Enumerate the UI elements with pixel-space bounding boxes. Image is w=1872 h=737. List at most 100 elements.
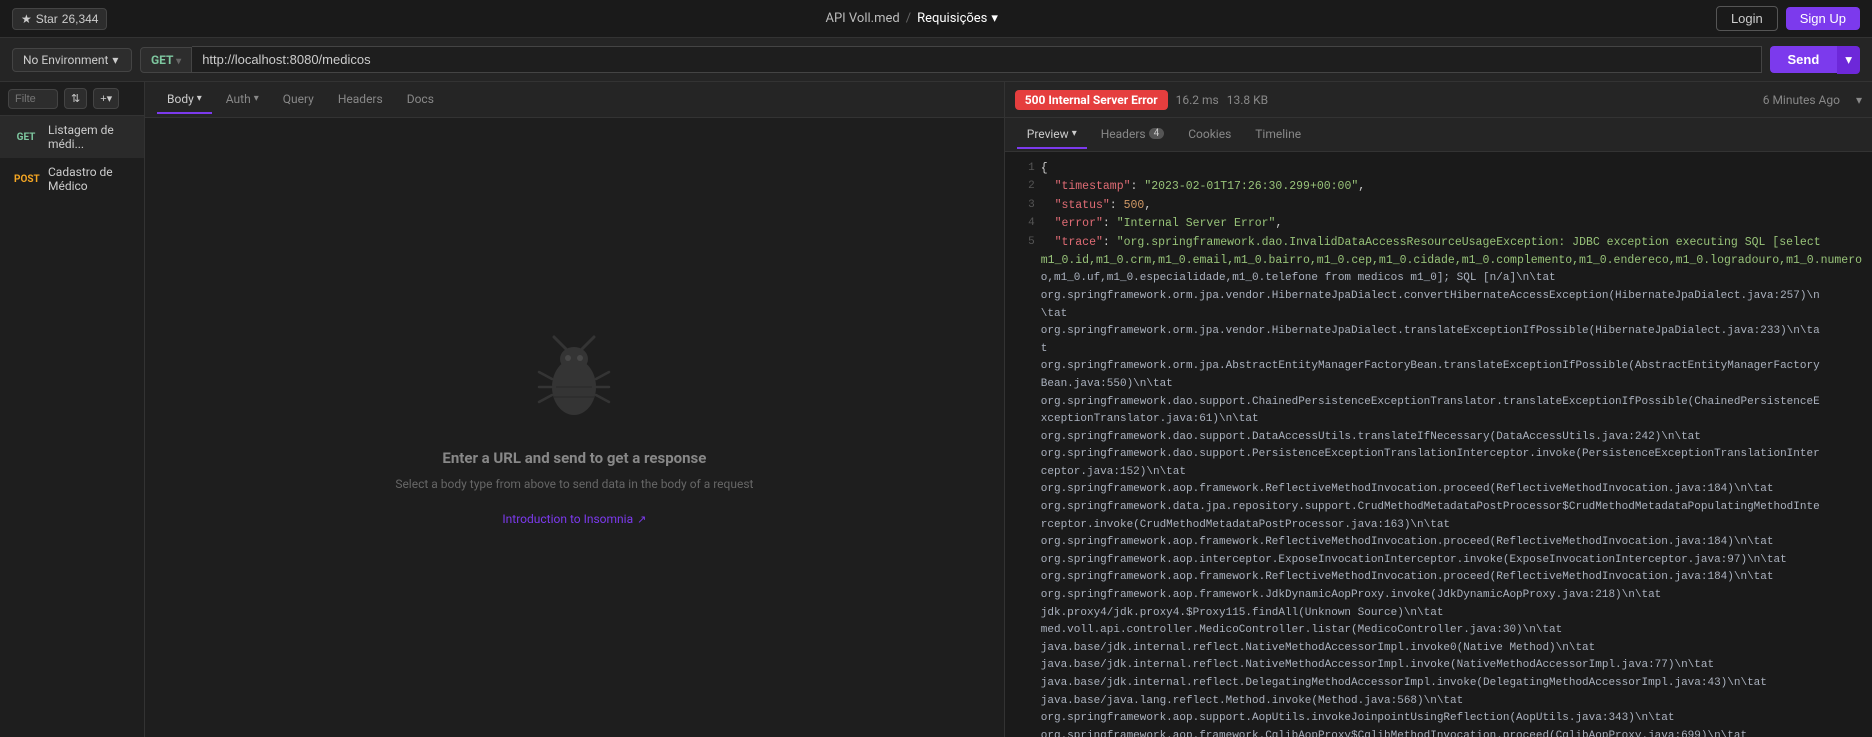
top-nav: ★ Star 26,344 API Voll.med / Requisições… xyxy=(0,0,1872,38)
tab-query[interactable]: Query xyxy=(273,86,324,114)
current-page[interactable]: Requisições ▾ xyxy=(917,11,998,26)
url-input-wrapper xyxy=(192,46,1761,73)
response-toolbar: 500 Internal Server Error 16.2 ms 13.8 K… xyxy=(1005,82,1872,118)
top-nav-center: API Voll.med / Requisições ▾ xyxy=(825,11,997,26)
headers-badge: 4 xyxy=(1149,128,1165,139)
tab-preview[interactable]: Preview ▾ xyxy=(1017,121,1087,149)
star-button[interactable]: ★ Star 26,344 xyxy=(12,8,107,30)
tab-label: Preview xyxy=(1027,127,1069,141)
method-badge: GET ▾ xyxy=(140,47,192,73)
request-tabs: Body ▾ Auth ▾ Query Headers Docs xyxy=(145,82,1004,118)
json-line-cont24: java.base/jdk.internal.reflect.Delegatin… xyxy=(1015,675,1862,693)
filter-input[interactable] xyxy=(8,89,58,109)
empty-title: Enter a URL and send to get a response xyxy=(442,449,706,467)
json-line-cont5: t xyxy=(1015,341,1862,359)
json-line-cont21: med.voll.api.controller.MedicoController… xyxy=(1015,622,1862,640)
method-post-tag: POST xyxy=(10,173,42,186)
tab-docs[interactable]: Docs xyxy=(397,86,444,114)
response-panel: 500 Internal Server Error 16.2 ms 13.8 K… xyxy=(1005,82,1872,737)
chevron-down-icon: ▾ xyxy=(112,53,118,67)
env-label: No Environment xyxy=(23,53,108,67)
method-get-tag: GET xyxy=(10,131,42,144)
tab-label: Cookies xyxy=(1188,127,1231,141)
sidebar-item-label: Cadastro de Médico xyxy=(48,165,134,193)
sidebar: ⇅ +▾ GET Listagem de médi... POST Cadast… xyxy=(0,82,145,737)
intro-link-text: Introduction to Insomnia xyxy=(502,512,633,526)
login-button[interactable]: Login xyxy=(1716,6,1778,31)
request-bar: No Environment ▾ GET ▾ Send ▾ xyxy=(0,38,1872,82)
sidebar-item-label: Listagem de médi... xyxy=(48,123,134,151)
json-line-cont10: org.springframework.dao.support.DataAcce… xyxy=(1015,429,1862,447)
request-panel: Body ▾ Auth ▾ Query Headers Docs xyxy=(145,82,1005,737)
chevron-down-icon: ▾ xyxy=(1856,93,1862,107)
json-line-cont18: org.springframework.aop.framework.Reflec… xyxy=(1015,569,1862,587)
json-line-cont12: ceptor.java:152)\n\tat xyxy=(1015,464,1862,482)
tab-label: Body xyxy=(167,92,194,106)
tab-label: Auth xyxy=(226,92,251,106)
empty-body: Select a body type from above to send da… xyxy=(395,477,753,491)
tab-label: Query xyxy=(283,92,314,106)
breadcrumb-project: API Voll.med xyxy=(825,11,899,26)
tab-timeline[interactable]: Timeline xyxy=(1245,121,1311,149)
tab-headers[interactable]: Headers xyxy=(328,86,393,114)
sidebar-item-listagem[interactable]: GET Listagem de médi... xyxy=(0,116,144,158)
response-tabs: Preview ▾ Headers 4 Cookies Timeline xyxy=(1005,118,1872,152)
chevron-down-icon: ▾ xyxy=(254,93,259,104)
tab-body[interactable]: Body ▾ xyxy=(157,86,212,114)
sort-button[interactable]: ⇅ xyxy=(64,88,87,109)
response-body: 1 { 2 "timestamp": "2023-02-01T17:26:30.… xyxy=(1005,152,1872,737)
json-line-cont13: org.springframework.aop.framework.Reflec… xyxy=(1015,481,1862,499)
send-btn-group: Send ▾ xyxy=(1770,46,1861,74)
json-line-cont11: org.springframework.dao.support.Persiste… xyxy=(1015,446,1862,464)
json-line-cont16: org.springframework.aop.framework.Reflec… xyxy=(1015,534,1862,552)
sidebar-item-cadastro[interactable]: POST Cadastro de Médico xyxy=(0,158,144,200)
json-line-cont27: org.springframework.aop.framework.CglibA… xyxy=(1015,728,1862,737)
json-line-cont20: jdk.proxy4/jdk.proxy4.$Proxy115.findAll(… xyxy=(1015,605,1862,623)
tab-label: Docs xyxy=(407,92,434,106)
json-line-4: 4 "error": "Internal Server Error", xyxy=(1015,215,1862,233)
intro-link[interactable]: Introduction to Insomnia ↗ xyxy=(502,512,646,526)
star-label: Star xyxy=(36,12,58,26)
external-link-icon: ↗ xyxy=(637,513,646,526)
chevron-down-icon: ▾ xyxy=(176,56,181,67)
environment-selector[interactable]: No Environment ▾ xyxy=(12,48,132,72)
star-count: 26,344 xyxy=(62,12,99,26)
json-line-cont1: o,m1_0.uf,m1_0.especialidade,m1_0.telefo… xyxy=(1015,270,1862,288)
send-button[interactable]: Send xyxy=(1770,46,1838,73)
json-line-1: 1 { xyxy=(1015,160,1862,178)
json-line-cont14: org.springframework.data.jpa.repository.… xyxy=(1015,499,1862,517)
add-button[interactable]: +▾ xyxy=(93,88,119,109)
status-badge: 500 Internal Server Error xyxy=(1015,90,1168,110)
top-nav-right: Login Sign Up xyxy=(1716,6,1860,31)
json-line-3: 3 "status": 500, xyxy=(1015,197,1862,215)
tab-response-headers[interactable]: Headers 4 xyxy=(1091,121,1174,149)
json-line-cont19: org.springframework.aop.framework.JdkDyn… xyxy=(1015,587,1862,605)
tab-label: Headers xyxy=(338,92,383,106)
time-ago: 6 Minutes Ago xyxy=(1763,93,1840,107)
url-bar: GET ▾ xyxy=(140,46,1762,73)
main-layout: ⇅ +▾ GET Listagem de médi... POST Cadast… xyxy=(0,82,1872,737)
response-time: 16.2 ms xyxy=(1176,93,1219,107)
chevron-down-icon: ▾ xyxy=(991,11,998,26)
tab-cookies[interactable]: Cookies xyxy=(1178,121,1241,149)
json-line-cont15: rceptor.invoke(CrudMethodMetadataPostPro… xyxy=(1015,517,1862,535)
star-icon: ★ xyxy=(21,12,32,26)
tab-label: Timeline xyxy=(1255,127,1301,141)
json-line-cont6: org.springframework.orm.jpa.AbstractEnti… xyxy=(1015,358,1862,376)
method-label: GET xyxy=(151,53,173,67)
json-line-cont3: \tat xyxy=(1015,306,1862,324)
json-line-cont17: org.springframework.aop.interceptor.Expo… xyxy=(1015,552,1862,570)
json-line-cont9: xceptionTranslator.java:61)\n\tat xyxy=(1015,411,1862,429)
signup-button[interactable]: Sign Up xyxy=(1786,7,1860,30)
json-line-cont25: java.base/java.lang.reflect.Method.invok… xyxy=(1015,693,1862,711)
chevron-down-icon: ▾ xyxy=(197,93,202,104)
json-line-cont22: java.base/jdk.internal.reflect.NativeMet… xyxy=(1015,640,1862,658)
json-line-cont2: org.springframework.orm.jpa.vendor.Hiber… xyxy=(1015,288,1862,306)
url-input[interactable] xyxy=(192,46,1761,73)
tab-label: Headers xyxy=(1101,127,1146,141)
send-dropdown-button[interactable]: ▾ xyxy=(1837,46,1860,74)
response-size: 13.8 KB xyxy=(1227,93,1268,107)
breadcrumb-separator: / xyxy=(906,11,911,26)
json-line-cont26: org.springframework.aop.support.AopUtils… xyxy=(1015,710,1862,728)
tab-auth[interactable]: Auth ▾ xyxy=(216,86,269,114)
